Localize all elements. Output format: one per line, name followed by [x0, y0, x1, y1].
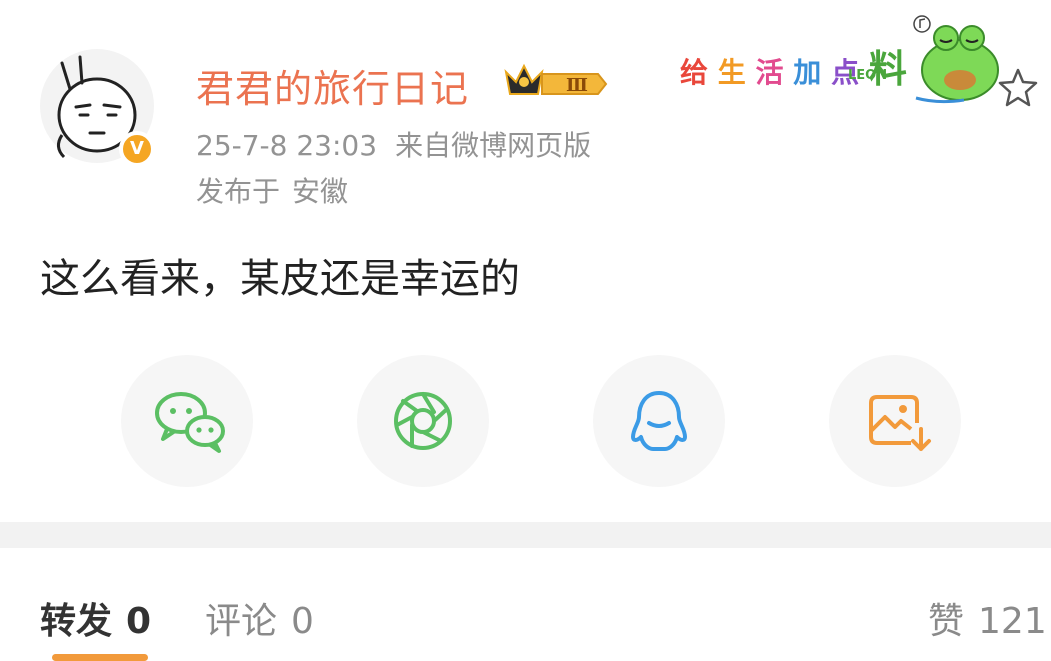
- qq-icon: [631, 391, 687, 451]
- moments-icon: [394, 392, 452, 450]
- save-image-button[interactable]: [829, 355, 961, 487]
- sticker-text: 给 生 活 加 点 料: [680, 38, 907, 93]
- active-tab-indicator: [52, 654, 148, 661]
- tab-like-count: 121: [978, 601, 1047, 642]
- save-image-icon: [869, 395, 931, 451]
- verified-badge: V: [119, 131, 155, 167]
- sticker-char: 料: [868, 47, 907, 91]
- sticker-char: 活: [755, 56, 784, 89]
- favorite-star-icon[interactable]: [996, 66, 1040, 110]
- share-qq-button[interactable]: [593, 355, 725, 487]
- tab-like[interactable]: 赞 121: [928, 592, 1047, 644]
- tab-comment-count: 0: [291, 601, 314, 642]
- tab-comment-label: 评论: [205, 601, 278, 642]
- interaction-tabs: 转发 0 评论 0 赞 121: [0, 548, 1051, 661]
- crown-icon: Ⅲ: [504, 63, 608, 96]
- post-location-line: 发布于 安徽: [196, 170, 348, 210]
- card-sticker[interactable]: 给 生 活 加 点 料 LEON: [680, 8, 1010, 108]
- wechat-icon: [155, 392, 225, 453]
- sticker-char: 给: [680, 56, 709, 89]
- level-text: Ⅲ: [566, 75, 588, 96]
- sticker-char: 生: [717, 56, 746, 89]
- sticker-sub: LEON: [848, 68, 888, 83]
- author-name[interactable]: 君君的旅行日记: [196, 58, 469, 113]
- post-date: 25-7-8 23:03: [196, 129, 378, 162]
- tab-repost-label: 转发: [40, 601, 113, 642]
- member-level-badge[interactable]: Ⅲ: [502, 62, 610, 106]
- sticker-char: 加: [793, 56, 822, 89]
- post-meta: 25-7-8 23:03 来自微博网页版: [196, 124, 591, 164]
- share-moments-button[interactable]: [357, 355, 489, 487]
- post-location[interactable]: 安徽: [292, 175, 348, 208]
- post-text: 这么看来，某皮还是幸运的: [40, 256, 520, 302]
- tab-repost[interactable]: 转发 0: [40, 592, 151, 644]
- share-wechat-button[interactable]: [121, 355, 253, 487]
- tab-repost-count: 0: [126, 601, 152, 642]
- section-divider: [0, 522, 1051, 548]
- tab-comment[interactable]: 评论 0: [205, 592, 314, 644]
- post-source[interactable]: 来自微博网页版: [395, 129, 591, 162]
- frog-icon: [913, 15, 999, 104]
- post-card: V 君君的旅行日记 Ⅲ 25-7-8 23:03 来自微博网页版 发布于 安徽 给 …: [0, 0, 1051, 522]
- tab-like-label: 赞: [928, 601, 965, 642]
- location-prefix: 发布于: [196, 175, 281, 208]
